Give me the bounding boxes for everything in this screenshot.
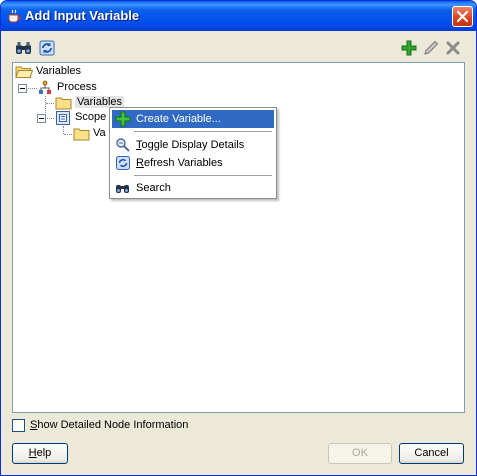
refresh-icon[interactable] (38, 39, 56, 57)
window-title: Add Input Variable (25, 8, 140, 23)
menu-item-label: Create Variable... (136, 113, 221, 125)
coffee-cup-icon (8, 9, 21, 23)
add-icon[interactable] (400, 39, 418, 57)
refresh-icon (116, 156, 130, 170)
scope-icon (56, 111, 70, 125)
tree-connector (47, 118, 54, 119)
tree-node-scope-variables[interactable]: Va (73, 126, 113, 142)
open-folder-icon (15, 66, 33, 78)
collapse-toggle[interactable] (18, 84, 27, 93)
tree-node-label: Scope (75, 111, 107, 123)
close-button[interactable] (452, 6, 473, 27)
menu-item-create-variable[interactable]: Create Variable... (112, 110, 274, 128)
ok-button[interactable]: OK (328, 443, 392, 464)
process-icon (39, 80, 51, 94)
menu-item-refresh-variables[interactable]: Refresh Variables (112, 154, 274, 172)
toggle-details-icon (116, 138, 130, 152)
menu-item-label: Search (136, 182, 171, 194)
menu-item-label: Toggle Display Details (136, 139, 245, 151)
menu-item-toggle-display-details[interactable]: Toggle Display Details (112, 136, 274, 154)
folder-icon (73, 128, 90, 141)
tree-connector (46, 103, 54, 104)
edit-icon[interactable] (422, 39, 440, 57)
delete-icon[interactable] (444, 39, 462, 57)
tree-node-label: Variables (36, 65, 82, 77)
add-input-variable-dialog: Add Input Variable Variables Process Var… (0, 0, 477, 476)
menu-separator (134, 131, 272, 132)
add-icon (115, 111, 131, 127)
tree-connector (64, 134, 72, 135)
collapse-toggle[interactable] (37, 114, 46, 123)
context-menu: Create Variable... Toggle Display Detail… (109, 107, 277, 199)
tree-node-label: Process (57, 81, 97, 93)
tree-connector (28, 88, 37, 89)
menu-separator (134, 175, 272, 176)
title-bar[interactable]: Add Input Variable (1, 1, 476, 31)
tree-node-variables-root[interactable]: Variables (15, 64, 135, 80)
show-details-label[interactable]: Show Detailed Node Information (30, 419, 188, 431)
menu-item-label: Refresh Variables (136, 157, 223, 169)
help-button[interactable]: Help (12, 443, 68, 464)
folder-icon (55, 97, 72, 110)
show-details-checkbox[interactable] (12, 419, 25, 432)
cancel-button[interactable]: Cancel (399, 443, 464, 464)
binoculars-icon (116, 185, 129, 193)
menu-item-search[interactable]: Search (112, 179, 274, 197)
binoculars-icon[interactable] (15, 39, 33, 57)
tree-connector (63, 126, 64, 134)
tree-node-process[interactable]: Process (37, 80, 117, 96)
close-icon (456, 10, 469, 23)
tree-node-label: Va (93, 127, 106, 139)
